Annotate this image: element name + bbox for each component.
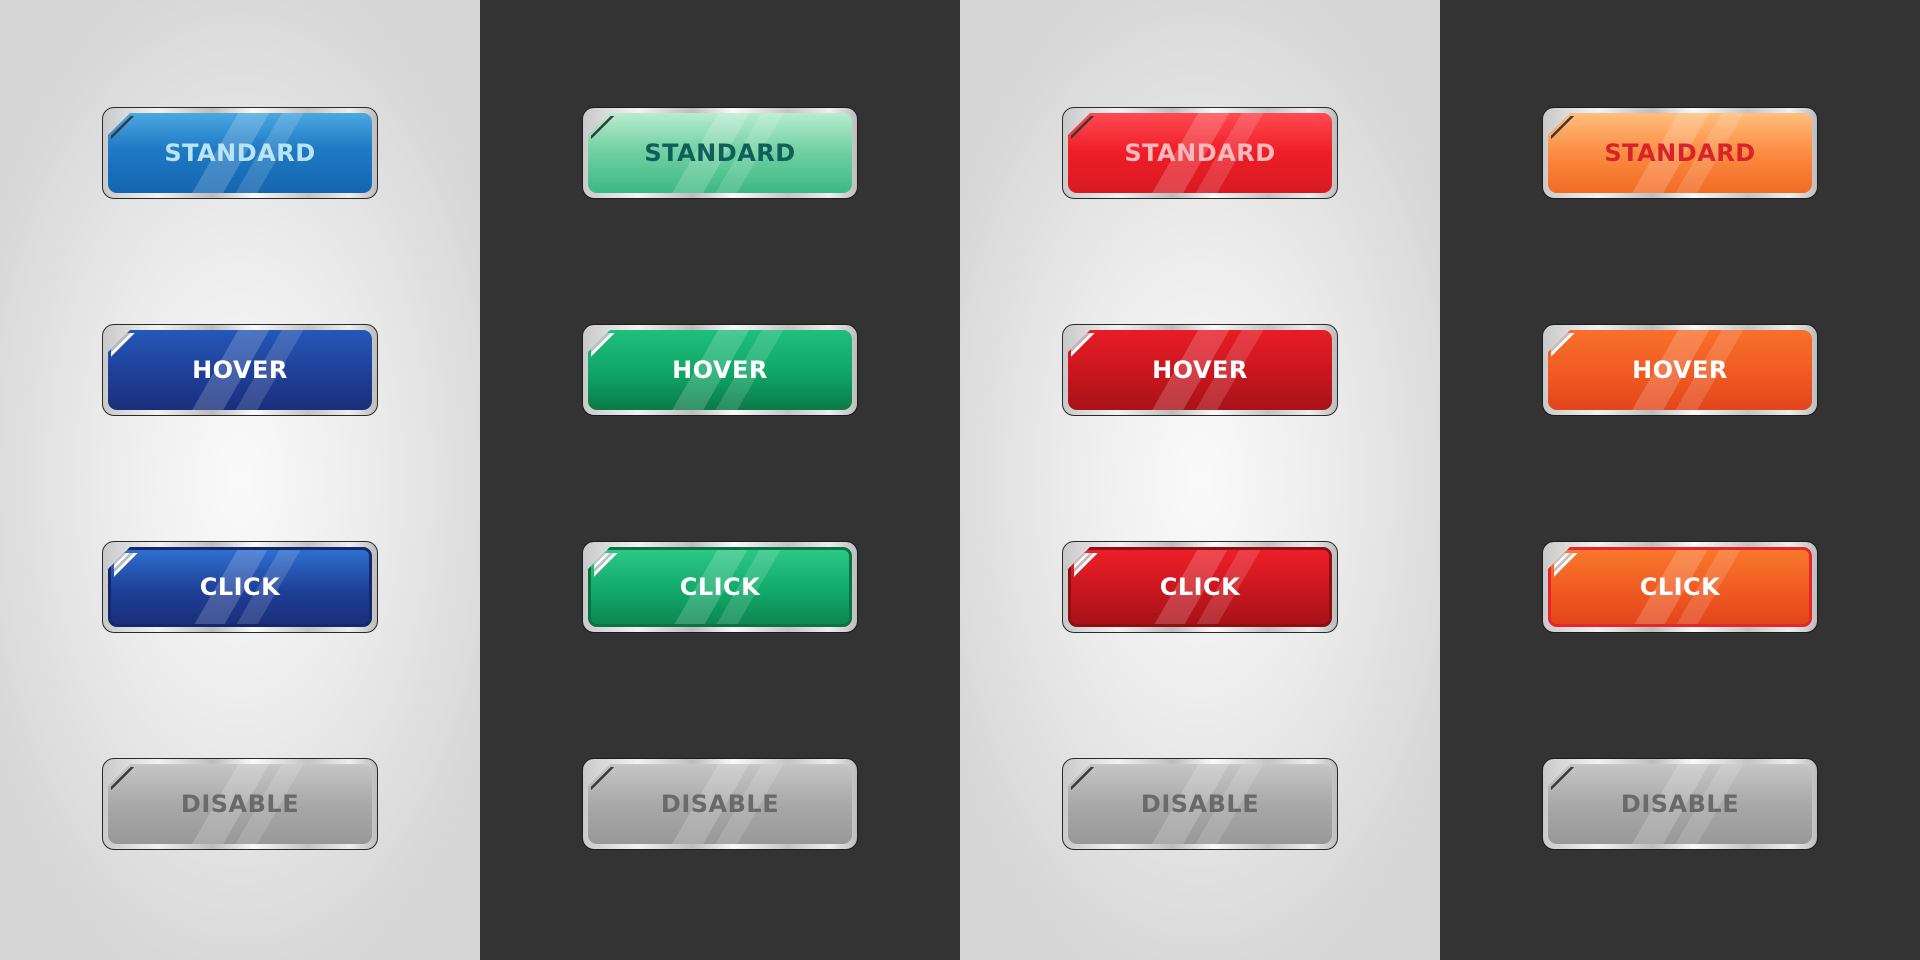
green-disable-button: DISABLE	[582, 758, 858, 850]
button-label: HOVER	[672, 356, 768, 384]
button-label: DISABLE	[1140, 790, 1260, 818]
red-disable-button: DISABLE	[1062, 758, 1338, 850]
corner-stripes-icon	[591, 333, 615, 357]
button-face: STANDARD	[1548, 113, 1812, 193]
button-face: HOVER	[588, 330, 852, 410]
corner-stripes-icon	[591, 767, 615, 791]
button-label: STANDARD	[164, 139, 316, 167]
blue-hover-button[interactable]: HOVER	[102, 324, 378, 416]
button-label: DISABLE	[1620, 790, 1740, 818]
red-click-button[interactable]: CLICK	[1062, 541, 1338, 633]
green-hover-button[interactable]: HOVER	[582, 324, 858, 416]
orange-hover-button[interactable]: HOVER	[1542, 324, 1818, 416]
corner-stripes-icon	[1554, 553, 1578, 577]
button-face: CLICK	[1548, 547, 1812, 627]
red-hover-button[interactable]: HOVER	[1062, 324, 1338, 416]
button-face: STANDARD	[1068, 113, 1332, 193]
red-standard-button[interactable]: STANDARD	[1062, 107, 1338, 199]
button-face: HOVER	[1068, 330, 1332, 410]
corner-stripes-icon	[111, 767, 135, 791]
corner-stripes-icon	[114, 553, 138, 577]
corner-stripes-icon	[591, 116, 615, 140]
blue-standard-button[interactable]: STANDARD	[102, 107, 378, 199]
corner-stripes-icon	[111, 333, 135, 357]
green-standard-button[interactable]: STANDARD	[582, 107, 858, 199]
button-face: HOVER	[108, 330, 372, 410]
orange-click-button[interactable]: CLICK	[1542, 541, 1818, 633]
orange-disable-button: DISABLE	[1542, 758, 1818, 850]
button-label: DISABLE	[180, 790, 300, 818]
button-label: STANDARD	[644, 139, 796, 167]
button-face: HOVER	[1548, 330, 1812, 410]
button-face: CLICK	[1068, 547, 1332, 627]
panel-green-dark: STANDARD HOVER CLICK DISABLE	[480, 0, 960, 960]
corner-stripes-icon	[1071, 116, 1095, 140]
corner-stripes-icon	[1074, 553, 1098, 577]
button-face: DISABLE	[108, 764, 372, 844]
corner-stripes-icon	[1551, 116, 1575, 140]
orange-standard-button[interactable]: STANDARD	[1542, 107, 1818, 199]
button-label: STANDARD	[1124, 139, 1276, 167]
button-face: STANDARD	[588, 113, 852, 193]
corner-stripes-icon	[594, 553, 618, 577]
panel-red-light: STANDARD HOVER CLICK DISABLE	[960, 0, 1440, 960]
button-label: DISABLE	[660, 790, 780, 818]
panel-orange-dark: STANDARD HOVER CLICK DISABLE	[1440, 0, 1920, 960]
button-face: DISABLE	[1548, 764, 1812, 844]
button-face: DISABLE	[588, 764, 852, 844]
button-label: CLICK	[679, 573, 761, 601]
button-face: CLICK	[588, 547, 852, 627]
corner-stripes-icon	[1551, 333, 1575, 357]
button-label: CLICK	[1639, 573, 1721, 601]
button-face: STANDARD	[108, 113, 372, 193]
blue-click-button[interactable]: CLICK	[102, 541, 378, 633]
blue-disable-button: DISABLE	[102, 758, 378, 850]
corner-stripes-icon	[1071, 767, 1095, 791]
corner-stripes-icon	[1071, 333, 1095, 357]
panel-blue-light: STANDARD HOVER CLICK DISABLE	[0, 0, 480, 960]
button-label: HOVER	[192, 356, 288, 384]
button-face: DISABLE	[1068, 764, 1332, 844]
corner-stripes-icon	[111, 116, 135, 140]
button-face: CLICK	[108, 547, 372, 627]
button-label: STANDARD	[1604, 139, 1756, 167]
button-label: HOVER	[1152, 356, 1248, 384]
green-click-button[interactable]: CLICK	[582, 541, 858, 633]
button-label: CLICK	[1159, 573, 1241, 601]
corner-stripes-icon	[1551, 767, 1575, 791]
button-label: CLICK	[199, 573, 281, 601]
button-label: HOVER	[1632, 356, 1728, 384]
